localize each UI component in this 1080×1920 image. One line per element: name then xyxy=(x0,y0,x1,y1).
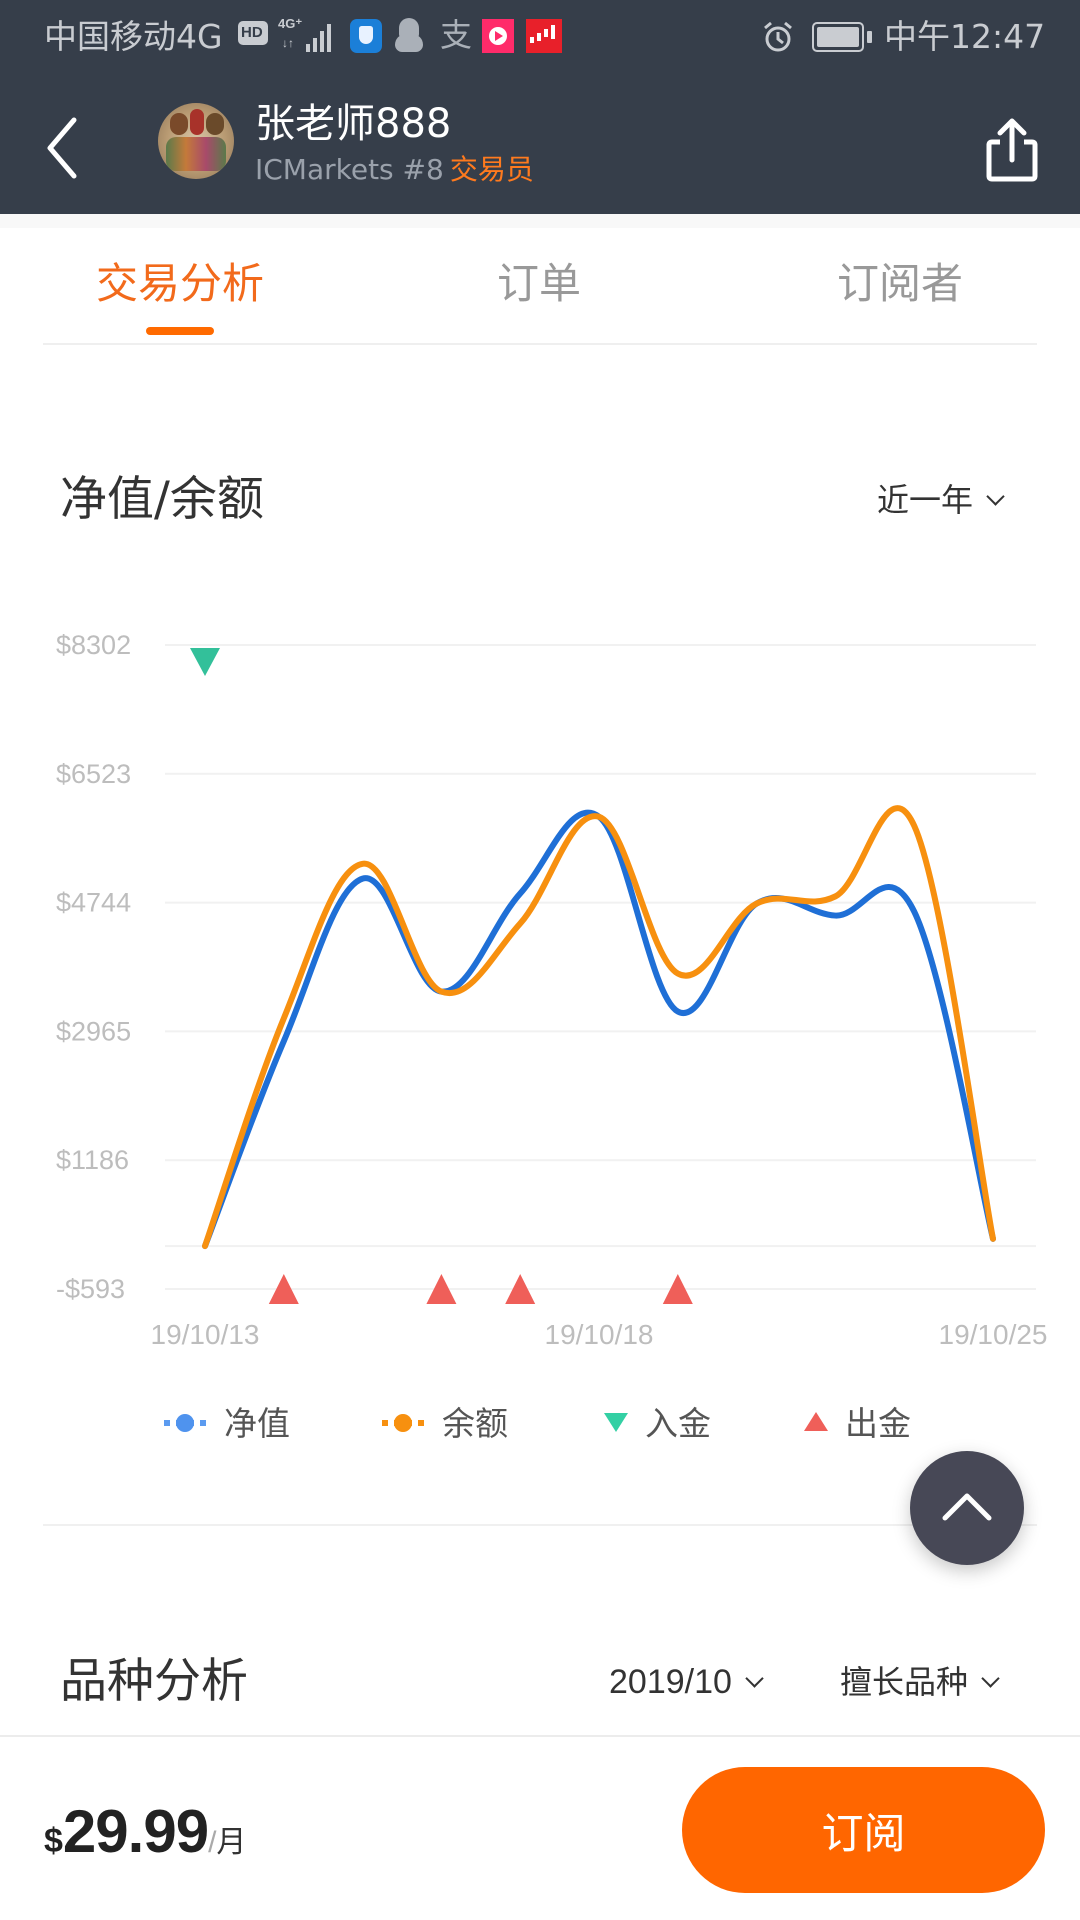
subscribe-footer: $ 29.99 / 月 订阅 xyxy=(0,1735,1080,1920)
hd-icon: HD xyxy=(238,21,268,45)
legend-line-dot-icon xyxy=(380,1402,426,1441)
section-divider xyxy=(43,1524,1037,1526)
y-tick-label: $6523 xyxy=(56,759,131,789)
price-currency: $ xyxy=(44,1822,63,1860)
active-tab-indicator xyxy=(146,327,214,335)
legend-line-dot-icon xyxy=(162,1402,208,1441)
legend-label: 出金 xyxy=(845,1404,911,1443)
clock-time: 中午12:47 xyxy=(884,17,1046,56)
chevron-up-icon xyxy=(942,1493,992,1521)
x-tick-label: 19/10/18 xyxy=(545,1319,654,1350)
subscription-price: $ 29.99 / 月 xyxy=(44,1797,246,1866)
battery-icon xyxy=(812,22,872,52)
y-tick-label: $8302 xyxy=(56,630,131,660)
qq-icon xyxy=(395,18,423,54)
x-tick-label: 19/10/25 xyxy=(939,1319,1048,1350)
equity-line xyxy=(202,809,996,1250)
tab-orders[interactable]: 订单 xyxy=(497,256,581,312)
triangle-up-icon xyxy=(803,1402,829,1441)
legend-item-withdrawal[interactable]: 出金 xyxy=(803,1398,911,1444)
alarm-icon xyxy=(762,20,794,54)
chevron-down-icon xyxy=(745,1668,764,1688)
role-badge: 交易员 xyxy=(449,153,534,186)
month-dropdown[interactable]: 2019/10 xyxy=(609,1660,764,1704)
x-axis-labels: 19/10/13 19/10/18 19/10/25 xyxy=(151,1319,1048,1350)
legend-item-equity[interactable]: 净值 xyxy=(162,1398,290,1444)
symbol-type-value: 擅长品种 xyxy=(840,1663,969,1701)
month-value: 2019/10 xyxy=(609,1663,732,1701)
symbol-type-dropdown[interactable]: 擅长品种 xyxy=(840,1660,1000,1704)
legend-item-balance[interactable]: 余额 xyxy=(380,1398,508,1444)
chart-grid xyxy=(165,644,1036,1290)
alipay-icon: 支 xyxy=(440,16,473,54)
chevron-left-icon xyxy=(47,117,77,179)
chevron-down-icon xyxy=(981,1668,1000,1688)
scroll-to-top-button[interactable] xyxy=(910,1451,1024,1565)
share-icon xyxy=(986,118,1038,182)
x-tick-label: 19/10/13 xyxy=(151,1319,260,1350)
header-separator xyxy=(0,214,1080,228)
shield-app-icon xyxy=(350,19,382,53)
price-slash: / xyxy=(208,1826,217,1859)
legend-label: 入金 xyxy=(645,1404,711,1443)
y-axis-labels: $8302 $6523 $4744 $2965 $1186 -$593 xyxy=(56,630,131,1304)
legend-label: 余额 xyxy=(442,1404,508,1443)
trader-subtitle: ICMarkets #8 交易员 xyxy=(255,151,534,189)
equity-balance-chart: $8302 $6523 $4744 $2965 $1186 -$593 19/1… xyxy=(56,630,1048,1350)
video-app-icon xyxy=(482,19,514,53)
subscribe-button[interactable]: 订阅 xyxy=(682,1767,1045,1893)
tab-subscribers[interactable]: 订阅者 xyxy=(837,256,963,312)
chevron-down-icon xyxy=(986,486,1005,506)
equity-section-title: 净值/余额 xyxy=(60,472,264,527)
share-button[interactable] xyxy=(980,112,1044,184)
triangle-down-icon xyxy=(603,1402,629,1441)
stock-app-icon xyxy=(526,19,562,53)
y-tick-label: $1186 xyxy=(56,1145,129,1175)
deposit-marker[interactable] xyxy=(190,648,220,676)
time-range-dropdown[interactable]: 近一年 xyxy=(877,478,1005,522)
top-bar: 中国移动4G HD 4G⁺ ↓↑ 支 中午12:47 张老师888 ICMark… xyxy=(0,0,1080,214)
y-tick-label: $2965 xyxy=(56,1016,131,1046)
broker-label: ICMarkets #8 xyxy=(255,153,444,186)
price-amount: 29.99 xyxy=(62,1798,209,1865)
trader-name: 张老师888 xyxy=(255,101,452,147)
carrier-label: 中国移动4G xyxy=(44,17,223,56)
chart-series xyxy=(202,805,996,1250)
back-button[interactable] xyxy=(40,112,88,184)
legend-item-deposit[interactable]: 入金 xyxy=(603,1398,711,1444)
signal-4g-plus-icon: 4G⁺ ↓↑ xyxy=(278,16,338,54)
tab-divider xyxy=(43,343,1037,345)
chart-markers xyxy=(190,648,693,1304)
trader-avatar[interactable] xyxy=(158,103,234,179)
tab-trade-analysis[interactable]: 交易分析 xyxy=(96,256,264,312)
balance-line xyxy=(202,805,996,1250)
y-tick-label: $4744 xyxy=(56,888,131,918)
price-unit: 月 xyxy=(216,1826,247,1859)
legend-label: 净值 xyxy=(224,1404,290,1443)
y-tick-label: -$593 xyxy=(56,1274,125,1304)
symbol-section-title: 品种分析 xyxy=(60,1654,248,1709)
time-range-value: 近一年 xyxy=(877,481,974,519)
